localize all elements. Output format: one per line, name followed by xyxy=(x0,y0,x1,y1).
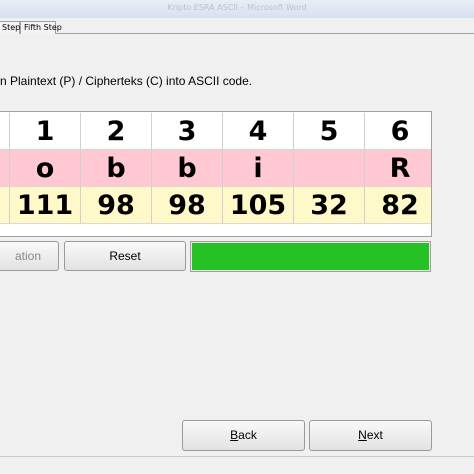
table-cell: 4 xyxy=(223,113,294,150)
next-label: ext xyxy=(366,428,383,442)
status-bar xyxy=(0,456,474,474)
back-button[interactable]: Back xyxy=(182,420,305,451)
table-cell: 105 xyxy=(223,187,294,224)
table-cell: 98 xyxy=(81,187,152,224)
next-mnemonic: N xyxy=(358,428,367,442)
table-cell xyxy=(0,150,10,187)
table-cell: o xyxy=(10,150,81,187)
table-cell: i xyxy=(223,150,294,187)
instruction-text: n Plaintext (P) / Cipherteks (C) into AS… xyxy=(0,74,253,88)
table-cell: 5 xyxy=(294,113,365,150)
ascii-code-row: 111 98 98 105 32 82 xyxy=(0,187,431,224)
index-row: 1 2 3 4 5 6 xyxy=(0,113,431,150)
table-cell: 2 xyxy=(81,113,152,150)
window-title: Kripto ESRA ASCII – Microsoft Word xyxy=(167,3,307,12)
translate-button[interactable]: ation xyxy=(0,241,59,271)
table-cell: 6 xyxy=(365,113,431,150)
tab-strip: Step Fifth Step xyxy=(0,18,474,34)
table-cell: 1 xyxy=(10,113,81,150)
back-mnemonic: B xyxy=(230,428,239,442)
table-cell: R xyxy=(365,150,431,187)
step-panel: n Plaintext (P) / Cipherteks (C) into AS… xyxy=(0,34,474,456)
table-cell: 82 xyxy=(365,187,431,224)
table-cell: 32 xyxy=(294,187,365,224)
table-cell: 3 xyxy=(152,113,223,150)
title-bar: Kripto ESRA ASCII – Microsoft Word xyxy=(0,0,474,18)
table-cell: b xyxy=(81,150,152,187)
table-cell: b xyxy=(152,150,223,187)
tab-fifth-step[interactable]: Fifth Step xyxy=(20,21,62,34)
table-cell: 98 xyxy=(152,187,223,224)
reset-button[interactable]: Reset xyxy=(64,241,186,271)
next-button[interactable]: Next xyxy=(309,420,432,451)
table-cell: 111 xyxy=(10,187,81,224)
back-label: ack xyxy=(238,428,257,442)
progress-bar xyxy=(190,241,431,272)
tab-step[interactable]: Step xyxy=(0,21,20,34)
progress-fill xyxy=(192,243,429,270)
ascii-table: 1 2 3 4 5 6 o b b i R 111 98 98 105 32 8… xyxy=(0,111,432,237)
table-cell xyxy=(294,150,365,187)
table-cell xyxy=(0,187,10,224)
character-row: o b b i R xyxy=(0,150,431,187)
table-cell xyxy=(0,113,10,150)
